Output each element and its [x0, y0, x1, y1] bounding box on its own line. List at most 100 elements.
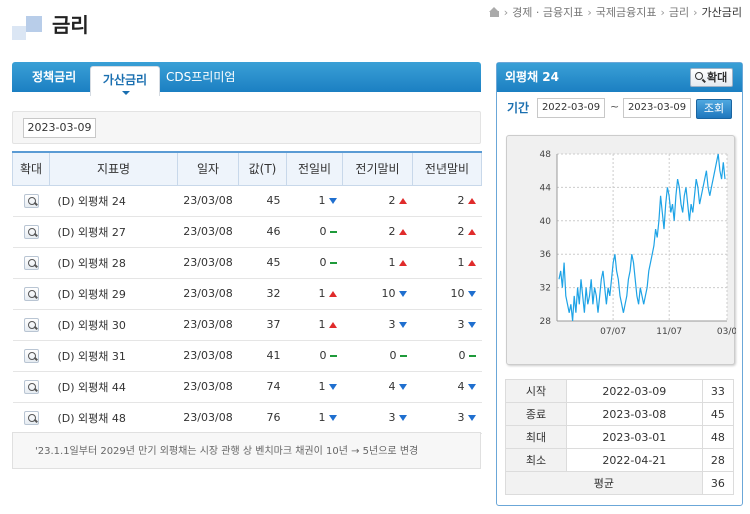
col-header: 값(T) — [238, 151, 287, 186]
table-header-row: 확대 지표명 일자 값(T) 전일비 전기말비 전년말비 — [12, 151, 482, 186]
tab-spread-rate[interactable]: 가산금리 — [90, 66, 160, 96]
up-arrow-icon — [328, 322, 337, 328]
row-value: 41 — [238, 340, 287, 372]
start-date-input[interactable]: 2022-03-09 — [537, 98, 605, 118]
change-year: 4 — [412, 371, 482, 403]
table-row[interactable]: (D) 외평채 44 23/03/08 74 1 4 4 — [12, 371, 482, 403]
down-arrow-icon — [467, 384, 476, 390]
table-row[interactable]: (D) 외평채 24 23/03/08 45 1 2 2 — [12, 185, 482, 217]
tab-policy-rate[interactable]: 정책금리 — [32, 62, 76, 92]
y-tick-label: 28 — [540, 317, 552, 327]
change-year: 3 — [412, 309, 482, 341]
down-arrow-icon — [398, 291, 407, 297]
down-arrow-icon — [467, 415, 476, 421]
stat-label: 종료 — [505, 402, 567, 426]
row-value: 76 — [238, 402, 287, 434]
breadcrumb: › 경제 · 금융지표 › 국제금융지표 › 금리 › 가산금리 — [488, 4, 742, 20]
stat-date: 2023-03-01 — [566, 425, 703, 449]
row-value: 74 — [238, 371, 287, 403]
change-day: 0 — [286, 216, 343, 248]
change-period: 1 — [342, 247, 413, 279]
table-row[interactable]: (D) 외평채 27 23/03/08 46 0 2 2 — [12, 216, 482, 248]
stat-label: 최소 — [505, 448, 567, 472]
stats-row: 최대 2023-03-01 48 — [505, 425, 735, 449]
y-tick-label: 40 — [540, 217, 552, 227]
stats-row: 시작 2022-03-09 33 — [505, 379, 735, 403]
breadcrumb-item[interactable]: 경제 · 금융지표 — [512, 4, 583, 20]
change-year: 10 — [412, 278, 482, 310]
avg-value: 36 — [701, 471, 735, 495]
change-year: 1 — [412, 247, 482, 279]
change-period: 3 — [342, 402, 413, 434]
y-tick-label: 32 — [540, 284, 551, 294]
indicator-name[interactable]: (D) 외평채 29 — [49, 278, 178, 310]
row-date: 23/03/08 — [177, 371, 239, 403]
row-date: 23/03/08 — [177, 185, 239, 217]
indicator-name[interactable]: (D) 외평채 31 — [49, 340, 178, 372]
up-arrow-icon — [467, 198, 476, 204]
tab-cds-premium[interactable]: CDS프리미엄 — [166, 62, 235, 92]
col-header: 확대 — [12, 151, 50, 186]
row-date: 23/03/08 — [177, 216, 239, 248]
change-day: 1 — [286, 278, 343, 310]
stat-value: 28 — [701, 448, 735, 472]
breadcrumb-item[interactable]: 금리 — [669, 4, 689, 20]
table-row[interactable]: (D) 외평채 28 23/03/08 45 0 1 1 — [12, 247, 482, 279]
query-button[interactable]: 조회 — [696, 99, 732, 119]
date-input[interactable]: 2023-03-09 — [23, 118, 96, 138]
table-row[interactable]: (D) 외평채 29 23/03/08 32 1 10 10 — [12, 278, 482, 310]
end-date-input[interactable]: 2023-03-09 — [623, 98, 691, 118]
magnify-icon[interactable] — [23, 348, 39, 363]
change-period: 0 — [342, 340, 413, 372]
up-arrow-icon — [467, 229, 476, 235]
stat-value: 48 — [701, 425, 735, 449]
change-day: 1 — [286, 402, 343, 434]
change-year: 3 — [412, 402, 482, 434]
row-value: 45 — [238, 185, 287, 217]
x-tick-label: 11/07 — [656, 327, 682, 337]
indicator-name[interactable]: (D) 외평채 27 — [49, 216, 178, 248]
magnify-icon[interactable] — [23, 379, 39, 394]
row-value: 46 — [238, 216, 287, 248]
magnify-icon[interactable] — [23, 255, 39, 270]
row-value: 45 — [238, 247, 287, 279]
row-date: 23/03/08 — [177, 309, 239, 341]
magnify-icon[interactable] — [23, 317, 39, 332]
col-header: 지표명 — [49, 151, 178, 186]
change-year: 0 — [412, 340, 482, 372]
flat-dash-icon — [329, 355, 337, 357]
zoom-button[interactable]: 확대 — [690, 68, 733, 87]
table-row[interactable]: (D) 외평채 31 23/03/08 41 0 0 0 — [12, 340, 482, 372]
magnify-icon[interactable] — [23, 224, 39, 239]
stat-date: 2022-04-21 — [566, 448, 703, 472]
panel-title: 외평채 24 — [505, 70, 559, 84]
row-date: 23/03/08 — [177, 340, 239, 372]
indicator-name[interactable]: (D) 외평채 24 — [49, 185, 178, 217]
stats-row: 종료 2023-03-08 45 — [505, 402, 735, 426]
indicator-name[interactable]: (D) 외평채 48 — [49, 402, 178, 434]
breadcrumb-item[interactable]: 국제금융지표 — [596, 4, 657, 20]
indicator-name[interactable]: (D) 외평채 44 — [49, 371, 178, 403]
magnify-icon[interactable] — [23, 286, 39, 301]
magnify-icon[interactable] — [23, 193, 39, 208]
indicator-name[interactable]: (D) 외평채 28 — [49, 247, 178, 279]
change-period: 10 — [342, 278, 413, 310]
range-separator: ~ — [610, 100, 620, 113]
change-year: 2 — [412, 216, 482, 248]
row-date: 23/03/08 — [177, 402, 239, 434]
detail-panel: 외평채 24 확대 기간 2022-03-09 ~ 2023-03-09 조회 … — [496, 62, 743, 506]
magnify-icon[interactable] — [23, 410, 39, 425]
flat-dash-icon — [399, 355, 407, 357]
table-row[interactable]: (D) 외평채 30 23/03/08 37 1 3 3 — [12, 309, 482, 341]
row-value: 37 — [238, 309, 287, 341]
home-icon[interactable] — [488, 7, 500, 17]
change-period: 3 — [342, 309, 413, 341]
col-header: 일자 — [177, 151, 239, 186]
down-arrow-icon — [328, 198, 337, 204]
up-arrow-icon — [328, 291, 337, 297]
stat-date: 2023-03-08 — [566, 402, 703, 426]
table-row[interactable]: (D) 외평채 48 23/03/08 76 1 3 3 — [12, 402, 482, 434]
flat-dash-icon — [329, 231, 337, 233]
indicator-name[interactable]: (D) 외평채 30 — [49, 309, 178, 341]
up-arrow-icon — [467, 260, 476, 266]
